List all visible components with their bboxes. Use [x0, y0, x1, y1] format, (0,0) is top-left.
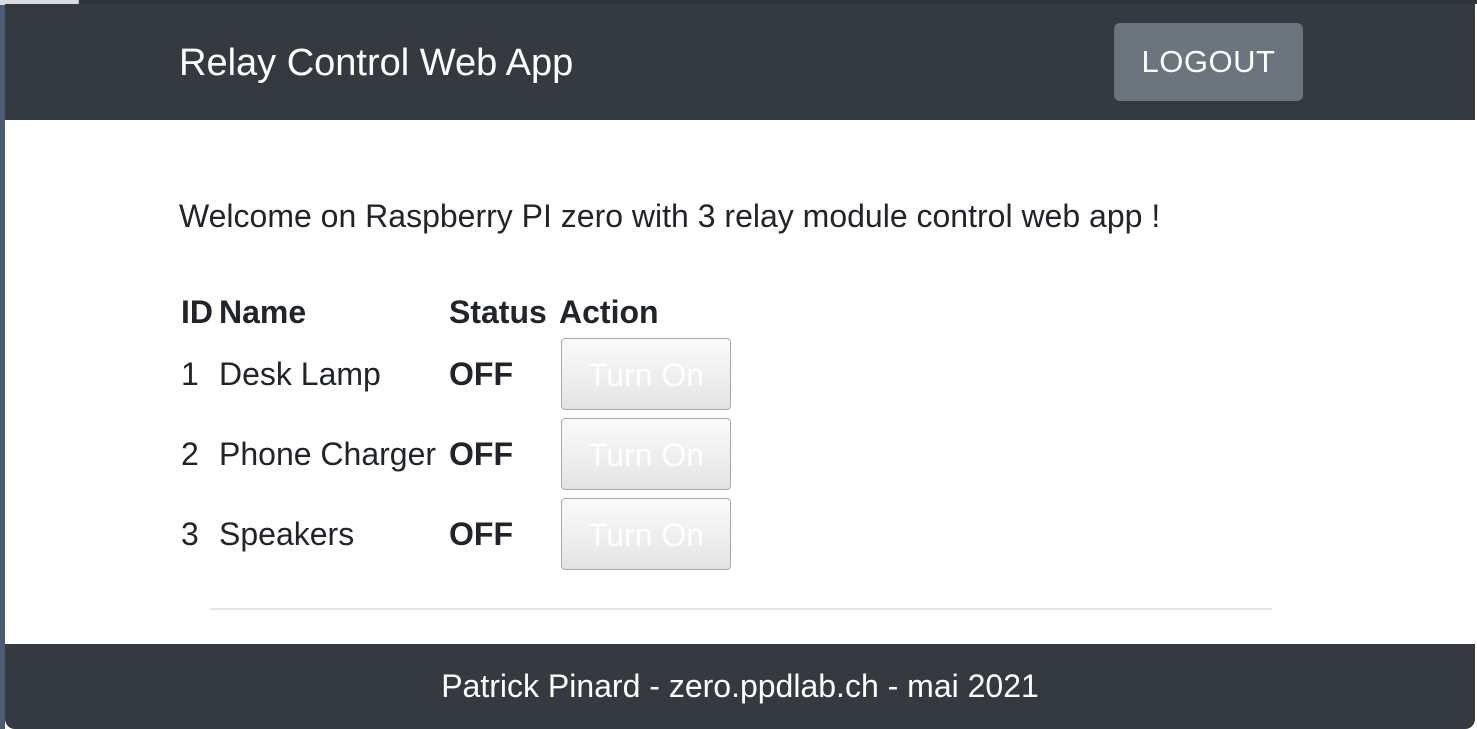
turn-on-button[interactable]: Turn On	[561, 418, 731, 490]
logout-button[interactable]: LOGOUT	[1114, 23, 1303, 101]
footer-text: Patrick Pinard - zero.ppdlab.ch - mai 20…	[441, 668, 1039, 704]
main-content: Welcome on Raspberry PI zero with 3 rela…	[5, 120, 1475, 644]
column-header-name: Name	[219, 294, 307, 330]
browser-window: Relay Control Web App LOGOUT Welcome on …	[0, 0, 1477, 729]
relay-status: OFF	[449, 436, 513, 472]
relay-action-cell: Turn On	[557, 414, 733, 494]
column-header-id: ID	[181, 294, 213, 330]
relay-id: 1	[181, 356, 199, 392]
relay-id: 3	[181, 516, 199, 552]
divider	[210, 608, 1272, 610]
welcome-message: Welcome on Raspberry PI zero with 3 rela…	[179, 198, 1161, 234]
relay-name: Desk Lamp	[219, 356, 381, 392]
column-header-status: Status	[449, 294, 547, 330]
relay-status: OFF	[449, 516, 513, 552]
relay-action-cell: Turn On	[557, 494, 733, 574]
turn-on-button[interactable]: Turn On	[561, 498, 731, 570]
navbar: Relay Control Web App LOGOUT	[5, 4, 1475, 120]
navbar-brand[interactable]: Relay Control Web App	[179, 40, 573, 86]
relay-action-cell: Turn On	[557, 334, 733, 414]
table-row: 2 Phone Charger OFF Turn On	[179, 414, 733, 494]
relay-table: ID Name Status Action 1 Desk Lamp OFF Tu…	[179, 290, 733, 574]
table-row: 3 Speakers OFF Turn On	[179, 494, 733, 574]
relay-name: Speakers	[219, 516, 355, 552]
table-row: 1 Desk Lamp OFF Turn On	[179, 334, 733, 414]
table-header-row: ID Name Status Action	[179, 290, 733, 334]
column-header-action: Action	[559, 294, 659, 330]
relay-id: 2	[181, 436, 199, 472]
relay-status: OFF	[449, 356, 513, 392]
turn-on-button[interactable]: Turn On	[561, 338, 731, 410]
footer: Patrick Pinard - zero.ppdlab.ch - mai 20…	[5, 644, 1475, 729]
relay-name: Phone Charger	[219, 436, 437, 472]
